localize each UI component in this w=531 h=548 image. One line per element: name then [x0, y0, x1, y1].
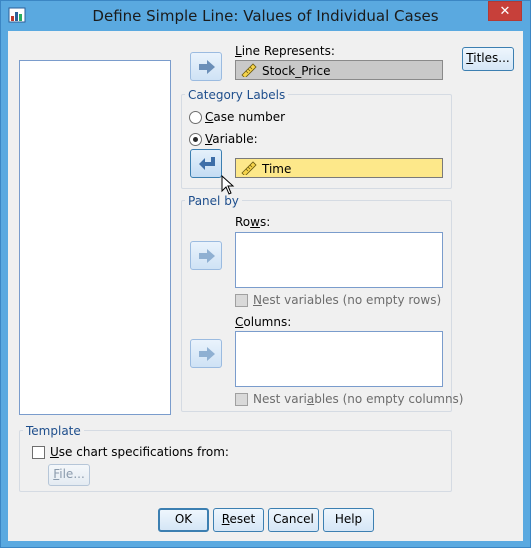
- category-variable-value: Time: [262, 162, 292, 176]
- columns-label: Columns:: [235, 315, 292, 329]
- ruler-icon: [241, 63, 257, 77]
- panel-by-title: Panel by: [185, 194, 242, 208]
- source-variable-list[interactable]: [19, 60, 171, 415]
- close-icon: ✕: [499, 4, 511, 19]
- line-represents-label: Line Represents:: [235, 44, 335, 58]
- title-bar[interactable]: Define Simple Line: Values of Individual…: [1, 1, 530, 31]
- category-labels-title: Category Labels: [185, 88, 289, 102]
- move-from-category-variable-button[interactable]: [190, 149, 222, 178]
- window-title: Define Simple Line: Values of Individual…: [92, 7, 439, 25]
- variable-radio[interactable]: [189, 133, 202, 146]
- case-number-radio[interactable]: [189, 111, 202, 124]
- variable-label: Variable:: [205, 132, 258, 146]
- titles-button[interactable]: Titles...: [462, 47, 514, 71]
- case-number-label: Case number: [205, 110, 286, 124]
- arrow-left-icon: [199, 157, 215, 170]
- nest-columns-checkbox[interactable]: [235, 393, 248, 406]
- move-to-rows-button[interactable]: [190, 241, 222, 270]
- arrow-right-icon: [199, 60, 215, 74]
- arrow-right-icon: [199, 347, 215, 361]
- line-represents-value: Stock_Price: [262, 64, 331, 78]
- line-represents-field[interactable]: Stock_Price: [235, 60, 443, 80]
- help-button[interactable]: Help: [323, 508, 374, 532]
- move-to-columns-button[interactable]: [190, 339, 222, 368]
- dialog-body: Line Represents: Stock_Price Titles... C…: [8, 31, 523, 541]
- arrow-right-icon: [199, 249, 215, 263]
- nest-columns-label: Nest variables (no empty columns): [253, 392, 464, 406]
- use-chart-spec-label: Use chart specifications from:: [50, 445, 229, 459]
- rows-drop-box[interactable]: [235, 232, 443, 288]
- reset-button[interactable]: Reset: [213, 508, 264, 532]
- file-button[interactable]: File...: [48, 464, 90, 486]
- rows-label: Rows:: [235, 215, 271, 229]
- cancel-button[interactable]: Cancel: [268, 508, 319, 532]
- mouse-cursor-icon: [221, 175, 235, 195]
- dialog-window: Define Simple Line: Values of Individual…: [0, 0, 531, 548]
- category-variable-field[interactable]: Time: [235, 158, 443, 178]
- nest-rows-checkbox[interactable]: [235, 294, 248, 307]
- move-to-line-represents-button[interactable]: [190, 52, 222, 81]
- close-button[interactable]: ✕: [488, 1, 522, 21]
- use-chart-spec-checkbox[interactable]: [32, 446, 45, 459]
- ok-button[interactable]: OK: [158, 508, 209, 532]
- columns-drop-box[interactable]: [235, 331, 443, 387]
- nest-rows-label: Nest variables (no empty rows): [253, 293, 442, 307]
- ruler-icon: [241, 161, 257, 175]
- template-title: Template: [23, 424, 84, 438]
